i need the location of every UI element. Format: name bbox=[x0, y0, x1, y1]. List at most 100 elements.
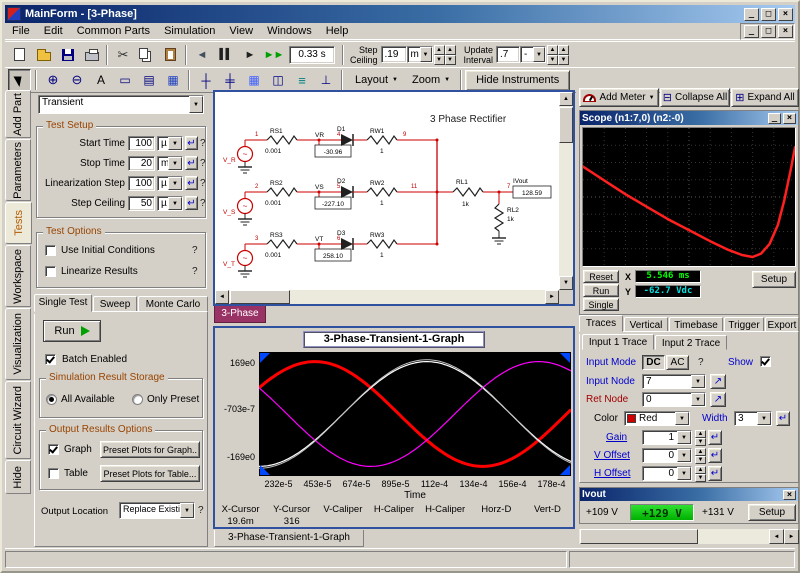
input-node-picker-button[interactable]: ↗ bbox=[710, 374, 726, 389]
sidebar-tab-visualization[interactable]: Visualization bbox=[5, 308, 31, 380]
hide-instruments-button[interactable]: Hide Instruments bbox=[465, 70, 570, 91]
scrollbar-thumb[interactable] bbox=[230, 290, 290, 304]
schematic-sheet-tab[interactable]: 3-Phase bbox=[214, 306, 266, 323]
graph-sheet-tab[interactable]: 3-Phase-Transient-1-Graph bbox=[214, 530, 364, 547]
step-ceiling-input[interactable]: .19 bbox=[381, 46, 407, 63]
preset-plots-graph-button[interactable]: Preset Plots for Graph.. bbox=[100, 441, 200, 458]
start-time-unit-combo[interactable]: µ▼ bbox=[157, 136, 183, 151]
apply-button[interactable]: ↵ bbox=[185, 136, 198, 150]
dropdown-arrow-icon[interactable]: ▼ bbox=[691, 375, 705, 388]
use-initial-conditions-checkbox[interactable] bbox=[45, 245, 56, 256]
ground-tool-icon[interactable]: ⊥ bbox=[314, 69, 337, 91]
dropdown-arrow-icon[interactable]: ▼ bbox=[420, 47, 432, 62]
update-interval-input[interactable]: .7 bbox=[496, 46, 520, 63]
help-link[interactable]: ? bbox=[698, 357, 704, 368]
linearization-step-input[interactable]: 100 bbox=[128, 176, 155, 191]
v-offset-combo[interactable]: 0 ▼ bbox=[642, 448, 692, 463]
cut-icon[interactable]: ✂ bbox=[111, 44, 134, 66]
help-link[interactable]: ? bbox=[192, 266, 198, 277]
apply-button[interactable]: ↵ bbox=[185, 156, 198, 170]
run-fast-icon[interactable]: ►► bbox=[262, 44, 285, 66]
spin-up-icon[interactable]: ▲ bbox=[547, 45, 558, 55]
schematic-canvas[interactable]: 3 Phase Rectifier ~~~ RS1 0.001 D1 RW1 1… bbox=[215, 92, 559, 290]
stop-time-unit-combo[interactable]: m▼ bbox=[157, 156, 183, 171]
ret-node-picker-button[interactable]: ↗ bbox=[710, 392, 726, 407]
h-offset-combo[interactable]: 0 ▼ bbox=[642, 466, 692, 481]
dropdown-arrow-icon[interactable]: ▼ bbox=[168, 157, 182, 170]
stop-time-input[interactable]: 20 bbox=[128, 156, 155, 171]
tab-sweep[interactable]: Sweep bbox=[93, 296, 137, 312]
all-available-radio[interactable] bbox=[46, 394, 57, 405]
menu-help[interactable]: Help bbox=[319, 24, 356, 38]
scope-close-button[interactable]: × bbox=[783, 113, 796, 124]
linearization-step-unit-combo[interactable]: µ▼ bbox=[157, 176, 183, 191]
cursor-handle-top-left[interactable] bbox=[260, 353, 270, 363]
scope-minimize-button[interactable]: _ bbox=[768, 113, 781, 124]
spin-down-icon[interactable]: ▼ bbox=[695, 474, 706, 482]
batch-enabled-checkbox[interactable] bbox=[45, 354, 56, 365]
dropdown-arrow-icon[interactable]: ▼ bbox=[675, 412, 689, 425]
scope-run-button[interactable]: Run bbox=[583, 284, 619, 297]
scope-setup-button[interactable]: Setup bbox=[752, 271, 796, 288]
step-back-icon[interactable]: ◄ bbox=[190, 44, 213, 66]
help-link[interactable]: ? bbox=[200, 198, 206, 209]
scroll-up-icon[interactable]: ▲ bbox=[559, 92, 573, 106]
start-time-input[interactable]: 100 bbox=[128, 136, 155, 151]
menu-edit[interactable]: Edit bbox=[37, 24, 70, 38]
minimize-button[interactable]: _ bbox=[744, 8, 759, 21]
ivout-close-button[interactable]: × bbox=[783, 490, 796, 500]
scrollbar-thumb[interactable] bbox=[580, 529, 698, 544]
linearize-results-checkbox[interactable] bbox=[45, 266, 56, 277]
save-icon[interactable] bbox=[56, 44, 79, 66]
dropdown-arrow-icon[interactable]: ▼ bbox=[757, 412, 771, 425]
maximize-button[interactable]: □ bbox=[761, 8, 776, 21]
spin-down-icon[interactable]: ▼ bbox=[434, 55, 445, 65]
paste-icon[interactable] bbox=[159, 44, 182, 66]
collapse-all-button[interactable]: ⊟ Collapse All bbox=[660, 88, 730, 107]
apply-button[interactable]: ↵ bbox=[708, 448, 722, 463]
schematic-hscrollbar[interactable]: ◄ ► bbox=[215, 290, 559, 304]
spin-up-icon[interactable]: ▲ bbox=[434, 45, 445, 55]
spin-up-icon[interactable]: ▲ bbox=[695, 430, 706, 438]
spin-up-icon[interactable]: ▲ bbox=[695, 448, 706, 456]
update-interval-unit-combo[interactable]: - ▼ bbox=[520, 46, 546, 63]
dropdown-arrow-icon[interactable]: ▼ bbox=[168, 197, 182, 210]
menu-common-parts[interactable]: Common Parts bbox=[70, 24, 157, 38]
zoom-menu-button[interactable]: Zoom ▼ bbox=[405, 70, 457, 90]
add-meter-button[interactable]: Add Meter ▼ bbox=[579, 88, 659, 107]
print-icon[interactable] bbox=[80, 44, 103, 66]
sidebar-tab-hide[interactable]: Hide bbox=[5, 460, 31, 494]
analysis-type-combo[interactable]: Transient ▼ bbox=[38, 95, 204, 114]
scope-reset-button[interactable]: Reset bbox=[583, 270, 619, 283]
input-node-combo[interactable]: 7 ▼ bbox=[642, 374, 706, 389]
spin-down-icon[interactable]: ▼ bbox=[695, 438, 706, 446]
scroll-right-icon[interactable]: ► bbox=[545, 290, 559, 304]
ret-node-combo[interactable]: 0 ▼ bbox=[642, 392, 706, 407]
close-button[interactable]: × bbox=[778, 8, 793, 21]
dropdown-arrow-icon[interactable]: ▼ bbox=[180, 503, 194, 518]
schematic-vscrollbar[interactable]: ▲ ▼ bbox=[559, 92, 573, 290]
copy-icon[interactable] bbox=[135, 44, 158, 66]
tab-timebase[interactable]: Timebase bbox=[669, 317, 723, 332]
pause-icon[interactable]: ▌▌ bbox=[214, 44, 237, 66]
expand-all-button[interactable]: ⊞ Expand All bbox=[731, 88, 799, 107]
dropdown-arrow-icon[interactable]: ▼ bbox=[677, 431, 691, 444]
dropdown-arrow-icon[interactable]: ▼ bbox=[677, 449, 691, 462]
help-link[interactable]: ? bbox=[200, 138, 206, 149]
dropdown-arrow-icon[interactable]: ▼ bbox=[691, 393, 705, 406]
tab-input1-trace[interactable]: Input 1 Trace bbox=[582, 334, 654, 350]
tab-export[interactable]: Export bbox=[765, 317, 799, 332]
help-link[interactable]: ? bbox=[200, 158, 206, 169]
dropdown-arrow-icon[interactable]: ▼ bbox=[168, 137, 182, 150]
instruments-hscrollbar[interactable]: ◄ ► bbox=[579, 529, 799, 544]
tab-monte-carlo[interactable]: Monte Carlo bbox=[138, 296, 208, 312]
tab-input2-trace[interactable]: Input 2 Trace bbox=[655, 335, 727, 350]
spin-up-icon[interactable]: ▲ bbox=[558, 45, 569, 55]
scroll-left-icon[interactable]: ◄ bbox=[215, 290, 229, 304]
scope-single-button[interactable]: Single bbox=[583, 298, 619, 311]
spin-down-icon[interactable]: ▼ bbox=[695, 456, 706, 464]
open-folder-icon[interactable] bbox=[32, 44, 55, 66]
scroll-down-icon[interactable]: ▼ bbox=[559, 276, 573, 290]
preset-plots-table-button[interactable]: Preset Plots for Table... bbox=[100, 465, 200, 482]
step-forward-icon[interactable]: ► bbox=[238, 44, 261, 66]
